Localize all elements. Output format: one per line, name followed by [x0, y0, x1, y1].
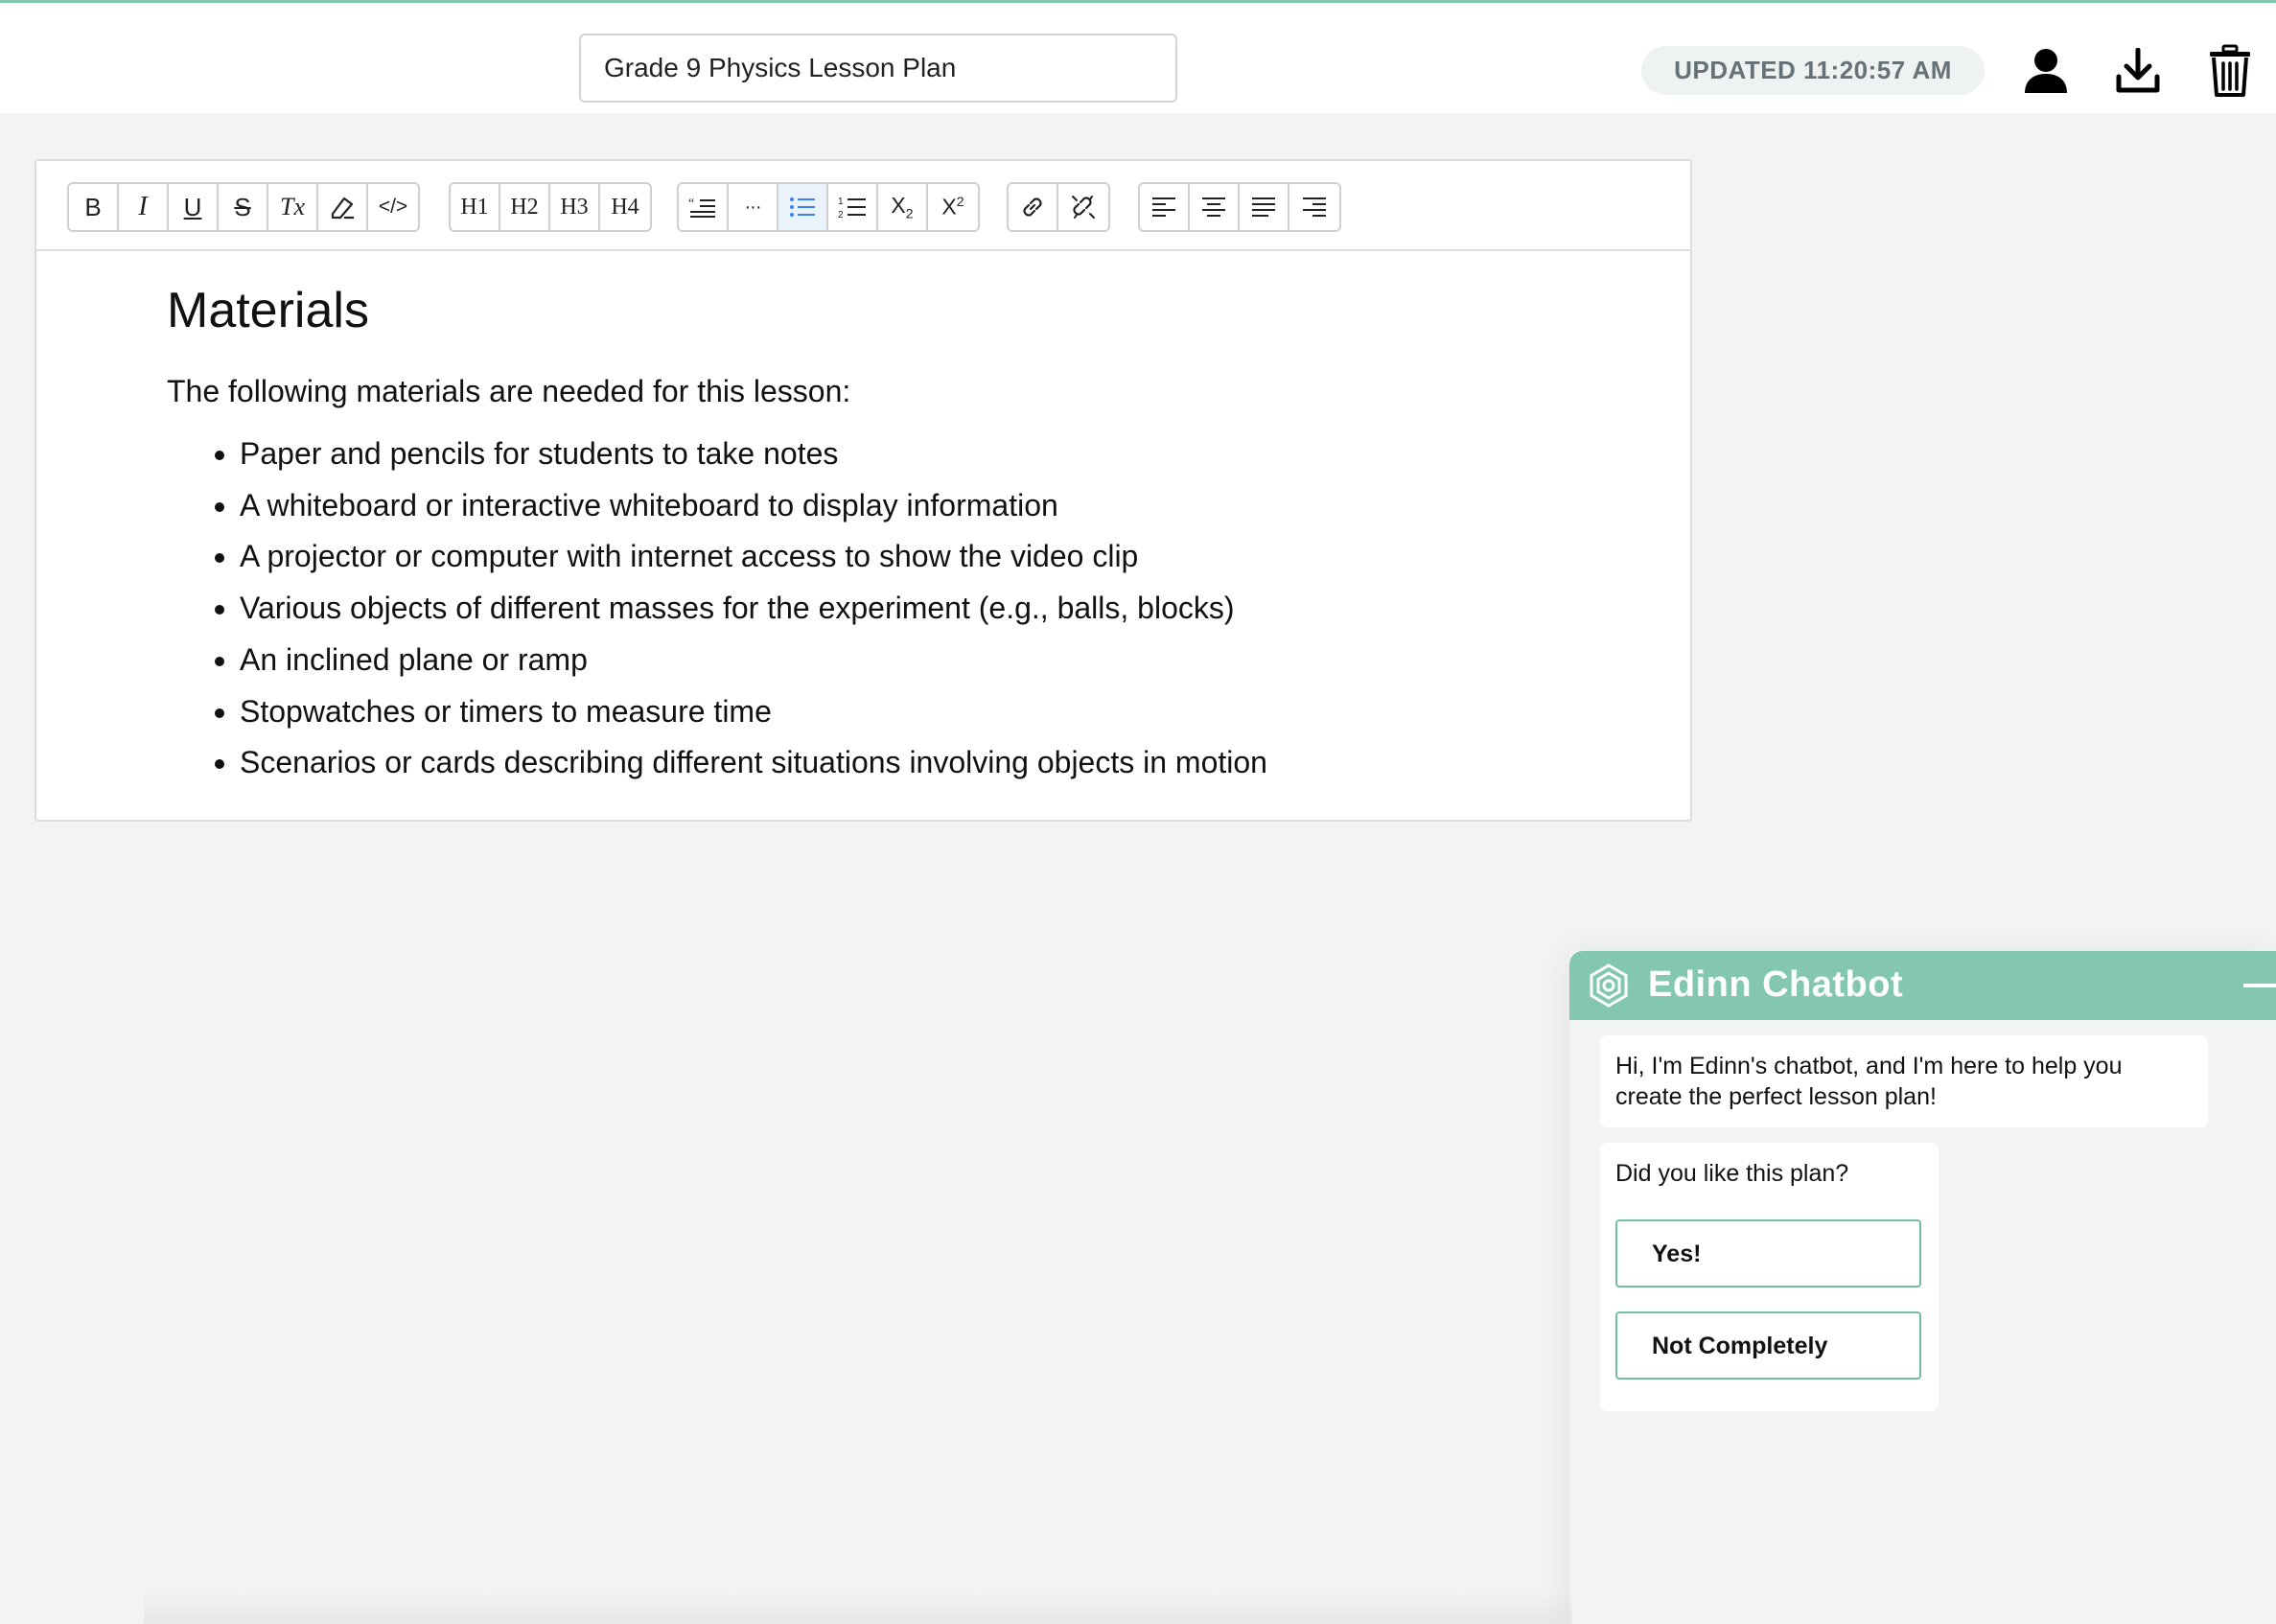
blockquote-button[interactable]: “ [679, 184, 729, 230]
yes-button[interactable]: Yes! [1615, 1219, 1921, 1288]
superscript-icon: X2 [941, 194, 964, 220]
underline-button[interactable]: U [169, 184, 219, 230]
toolbar-group-alignment [1138, 182, 1341, 232]
delete-button[interactable] [2201, 39, 2259, 103]
clear-format-button[interactable]: Tx [268, 184, 318, 230]
bullet-list-button[interactable] [778, 184, 828, 230]
underline-icon: U [183, 192, 202, 221]
horizontal-rule-icon: ··· [744, 196, 762, 218]
minimize-icon[interactable] [2243, 984, 2276, 987]
greeting-text: Hi, I'm Edinn's chatbot, and I'm here to… [1615, 1053, 2123, 1110]
document-content[interactable]: Materials The following materials are ne… [167, 286, 1652, 789]
heading-1-button[interactable]: H1 [451, 184, 500, 230]
svg-text:2: 2 [838, 210, 844, 220]
heading-3-button[interactable]: H3 [550, 184, 600, 230]
bold-icon: B [84, 192, 102, 221]
svg-text:“: “ [688, 197, 694, 211]
align-left-icon [1152, 197, 1175, 217]
link-icon [1023, 197, 1042, 217]
code-icon: </> [378, 196, 408, 218]
heading-1-icon: H1 [460, 194, 489, 220]
horizontal-rule-button[interactable]: ··· [729, 184, 778, 230]
list-item: Stopwatches or timers to measure time [240, 686, 1652, 738]
highlight-button[interactable] [318, 184, 368, 230]
toolbar-group-headings: H1 H2 H3 H4 [449, 182, 652, 232]
chatbot-title: Edinn Chatbot [1648, 964, 1904, 1005]
strikethrough-icon: S [234, 192, 251, 221]
superscript-button[interactable]: X2 [928, 184, 978, 230]
align-right-icon [1303, 197, 1326, 217]
italic-icon: I [138, 192, 148, 221]
editor-toolbar: B I U S Tx </> H1 H2 H3 H4 “ ··· 1 2 X2 … [36, 161, 1690, 251]
rich-text-editor: B I U S Tx </> H1 H2 H3 H4 “ ··· 1 2 X2 … [35, 159, 1692, 822]
list-item: Various objects of different masses for … [240, 583, 1652, 635]
chatbot-logo-icon [1590, 963, 1628, 1008]
highlight-icon [331, 197, 354, 220]
chatbot-header[interactable]: Edinn Chatbot [1569, 951, 2276, 1020]
bold-button[interactable]: B [69, 184, 119, 230]
blockquote-icon: “ [688, 197, 715, 218]
ordered-list-icon: 1 2 [838, 197, 866, 220]
link-button[interactable] [1009, 184, 1058, 230]
materials-list: Paper and pencils for students to take n… [167, 429, 1652, 789]
not-completely-button[interactable]: Not Completely [1615, 1311, 1921, 1380]
list-item: An inclined plane or ramp [240, 635, 1652, 686]
ordered-list-button[interactable]: 1 2 [828, 184, 878, 230]
heading-2-icon: H2 [510, 194, 539, 220]
heading-4-button[interactable]: H4 [600, 184, 650, 230]
subscript-icon: X2 [891, 193, 914, 221]
code-button[interactable]: </> [368, 184, 418, 230]
align-right-button[interactable] [1289, 184, 1339, 230]
bottom-shadow [144, 1591, 1572, 1624]
chatbot-feedback-message: Did you like this plan? Yes! Not Complet… [1600, 1143, 1939, 1411]
user-button[interactable] [2017, 39, 2075, 103]
toolbar-group-format: B I U S Tx </> [67, 182, 420, 232]
align-justify-button[interactable] [1240, 184, 1289, 230]
section-intro: The following materials are needed for t… [167, 374, 851, 408]
chatbot-panel: Edinn Chatbot Hi, I'm Edinn's chatbot, a… [1569, 951, 2276, 1624]
trash-icon [2210, 44, 2250, 97]
download-button[interactable] [2109, 39, 2167, 103]
toolbar-group-blocks: “ ··· 1 2 X2 X2 [677, 182, 980, 232]
heading-2-button[interactable]: H2 [500, 184, 550, 230]
chatbot-greeting-message: Hi, I'm Edinn's chatbot, and I'm here to… [1600, 1035, 2208, 1127]
download-icon [2116, 48, 2160, 93]
subscript-button[interactable]: X2 [878, 184, 928, 230]
align-justify-icon [1252, 197, 1275, 217]
align-left-button[interactable] [1140, 184, 1190, 230]
align-center-icon [1202, 197, 1225, 217]
feedback-question: Did you like this plan? [1615, 1160, 1849, 1187]
list-item: A projector or computer with internet ac… [240, 531, 1652, 583]
top-bar: UPDATED 11:20:57 AM [0, 0, 2276, 113]
italic-button[interactable]: I [119, 184, 169, 230]
unlink-button[interactable] [1058, 184, 1108, 230]
svg-text:1: 1 [838, 197, 844, 207]
heading-4-icon: H4 [611, 194, 639, 220]
clear-format-icon: Tx [280, 193, 305, 220]
heading-3-icon: H3 [560, 194, 589, 220]
align-center-button[interactable] [1190, 184, 1240, 230]
unlink-icon [1072, 196, 1095, 219]
list-item: Scenarios or cards describing different … [240, 737, 1652, 789]
strikethrough-button[interactable]: S [219, 184, 268, 230]
section-heading: Materials [167, 283, 369, 338]
updated-status-badge: UPDATED 11:20:57 AM [1641, 46, 1985, 95]
list-item: Paper and pencils for students to take n… [240, 429, 1652, 480]
user-icon [2025, 49, 2067, 93]
document-title-input[interactable] [579, 34, 1177, 103]
bullet-list-icon [790, 197, 815, 217]
toolbar-group-links [1007, 182, 1110, 232]
list-item: A whiteboard or interactive whiteboard t… [240, 480, 1652, 532]
